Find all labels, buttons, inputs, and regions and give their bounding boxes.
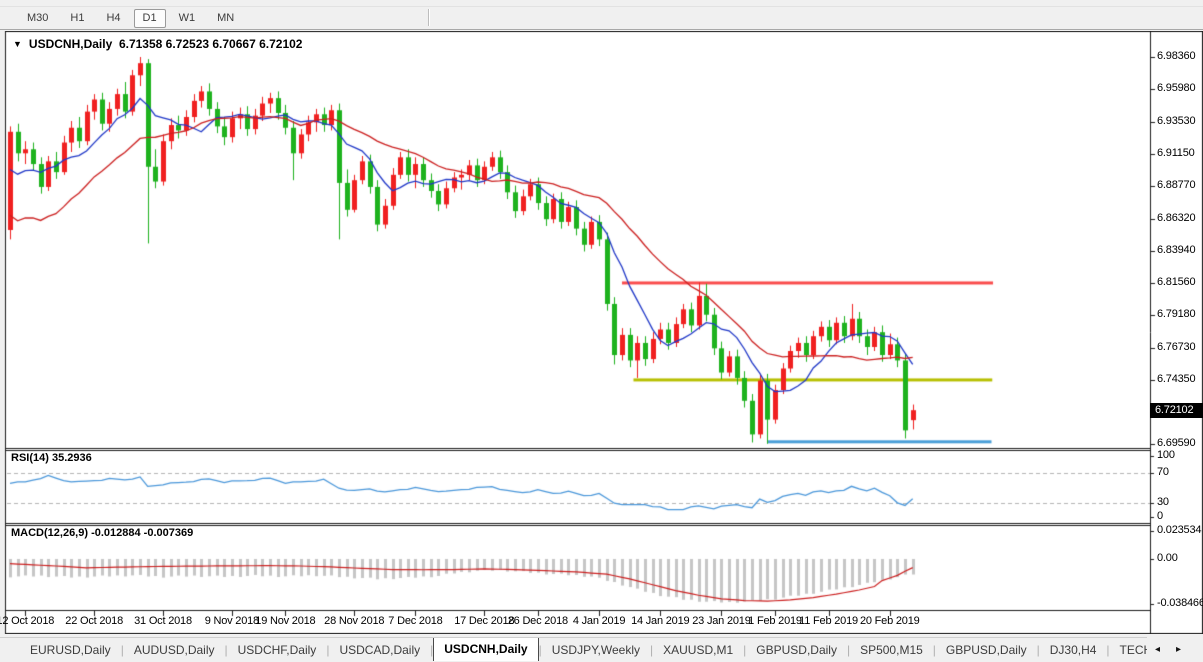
price-axis-label: 6.83940 xyxy=(1157,243,1196,256)
macd-indicator-label: MACD(12,26,9) -0.012884 -0.007369 xyxy=(11,527,194,539)
price-axis-label: 6.88770 xyxy=(1157,178,1196,191)
symbol-tab-gbpusd[interactable]: GBPUSD,Daily xyxy=(936,640,1037,661)
chart-dropdown-icon[interactable]: ▼ xyxy=(13,39,22,49)
date-axis-label: 7 Dec 2018 xyxy=(388,615,443,627)
timeframe-button-w1[interactable]: W1 xyxy=(170,9,205,28)
date-axis-label: 1 Feb 2019 xyxy=(748,615,802,627)
date-axis-label: 9 Nov 2018 xyxy=(204,615,259,627)
date-axis-label: 14 Jan 2019 xyxy=(631,615,690,627)
price-axis-label: 6.91150 xyxy=(1157,146,1195,159)
tab-scroll-arrows: ◂ ▸ xyxy=(1147,637,1203,662)
date-axis-label: 17 Dec 2018 xyxy=(454,615,515,627)
date-axis-label: 23 Jan 2019 xyxy=(692,615,751,627)
date-axis-label: 12 Oct 2018 xyxy=(0,615,55,627)
price-axis-label: 6.76730 xyxy=(1157,340,1196,353)
tab-scroll-right-icon[interactable]: ▸ xyxy=(1176,644,1181,655)
timeframe-button-mn[interactable]: MN xyxy=(208,9,243,28)
timeframe-button-h1[interactable]: H1 xyxy=(61,9,93,28)
symbol-tab-usdcad[interactable]: USDCAD,Daily xyxy=(329,640,430,661)
upper-toolbar-strip xyxy=(0,0,1203,7)
rsi-axis-label: 30 xyxy=(1157,496,1169,508)
symbol-tab-bar: EURUSD,Daily | AUDUSD,Daily | USDCHF,Daily | U… xyxy=(0,637,1203,662)
date-axis-label: 4 Jan 2019 xyxy=(572,615,626,627)
rsi-axis-label: 0 xyxy=(1157,510,1163,522)
price-axis-label: 6.86320 xyxy=(1157,211,1196,224)
price-axis-label: 6.79180 xyxy=(1157,307,1196,320)
date-axis-label: 22 Oct 2018 xyxy=(65,615,124,627)
toolbar-separator xyxy=(428,9,430,26)
price-axis-label: 6.81560 xyxy=(1157,275,1196,288)
symbol-tab-dj30[interactable]: DJ30,H4 xyxy=(1040,640,1107,661)
tab-scroll-left-icon[interactable]: ◂ xyxy=(1155,644,1160,655)
date-axis-label: 28 Nov 2018 xyxy=(324,615,385,627)
mt4-terminal: M30 H1 H4 D1 W1 MN ▼ USDCNH,Daily 6.71358 6.72… xyxy=(0,0,1203,662)
price-axis-label: 6.95980 xyxy=(1157,82,1196,94)
symbol-tab-audusd[interactable]: AUDUSD,Daily xyxy=(124,640,225,661)
macd-axis-label: 0.023534 xyxy=(1157,524,1202,537)
rsi-indicator-label: RSI(14) 35.2936 xyxy=(11,452,92,464)
date-axis-label: 26 Dec 2018 xyxy=(507,615,568,627)
price-axis-label: 6.69590 xyxy=(1157,436,1196,449)
date-axis-label: 20 Feb 2019 xyxy=(859,615,920,627)
chart-ohlc-values: 6.71358 6.72523 6.70667 6.72102 xyxy=(118,37,303,51)
macd-axis-label: 0.00 xyxy=(1157,552,1178,564)
timeframe-button-h4[interactable]: H4 xyxy=(97,9,129,28)
chart-title: ▼ USDCNH,Daily 6.71358 6.72523 6.70667 6.… xyxy=(13,37,302,51)
macd-axis-label: -0.038466 xyxy=(1157,597,1203,609)
rsi-axis-label: 100 xyxy=(1157,449,1175,461)
price-chart-window: ▼ USDCNH,Daily 6.71358 6.72523 6.70667 6.… xyxy=(0,31,1203,634)
price-axis-label: 6.93530 xyxy=(1157,114,1196,127)
price-axis-label: 6.98360 xyxy=(1157,50,1196,62)
symbol-tab-xauusd[interactable]: XAUUSD,M1 xyxy=(653,640,743,661)
symbol-tab-eurusd[interactable]: EURUSD,Daily xyxy=(20,640,121,661)
symbol-tab-usdchf[interactable]: USDCHF,Daily xyxy=(228,640,327,661)
main-chart-canvas[interactable] xyxy=(0,31,1203,634)
price-axis-label: 6.74350 xyxy=(1157,372,1196,385)
symbol-tab-sp500[interactable]: SP500,M15 xyxy=(850,640,933,661)
timeframe-button-d1[interactable]: D1 xyxy=(133,8,166,28)
rsi-axis-label: 70 xyxy=(1157,466,1169,478)
date-axis-label: 31 Oct 2018 xyxy=(134,615,192,627)
timeframe-button-m30[interactable]: M30 xyxy=(18,9,57,28)
symbol-tab-usdjpy[interactable]: USDJPY,Weekly xyxy=(542,640,650,661)
timeframe-toolbar: M30 H1 H4 D1 W1 MN xyxy=(0,7,1203,30)
date-axis-label: 11 Feb 2019 xyxy=(799,615,858,627)
current-price-badge: 6.72102 xyxy=(1150,403,1203,418)
date-axis-label: 19 Nov 2018 xyxy=(255,615,316,627)
symbol-tab-usdcnh[interactable]: USDCNH,Daily xyxy=(433,638,539,661)
symbol-tab-gbpusd[interactable]: GBPUSD,Daily xyxy=(746,640,847,661)
chart-symbol-label: USDCNH,Daily xyxy=(28,37,113,51)
